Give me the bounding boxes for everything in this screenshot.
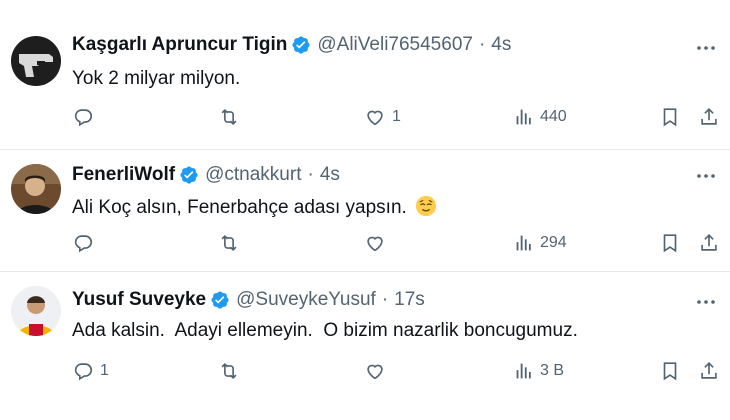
display-name[interactable]: FenerliWolf	[72, 164, 175, 186]
heart-icon	[364, 232, 386, 254]
bookmark-icon	[659, 232, 681, 254]
display-name[interactable]: Yusuf Suveyke	[72, 289, 206, 311]
views-chart-icon	[512, 360, 534, 382]
views-button[interactable]: 3 B	[512, 360, 564, 382]
views-button[interactable]: 440	[512, 106, 567, 128]
share-button[interactable]	[698, 106, 720, 128]
like-button[interactable]	[364, 232, 392, 254]
views-chart-icon	[512, 232, 534, 254]
views-count: 3 B	[540, 362, 565, 379]
tweet[interactable]: FenerliWolf @ctnakkurt · 4s Ali Koç alsı…	[0, 150, 730, 272]
tweet-text-container: Ali Koç alsın, Fenerbahçe adası yapsın.	[72, 195, 437, 219]
verified-badge-icon	[179, 165, 199, 185]
person-avatar-icon[interactable]	[11, 164, 61, 214]
views-count: 440	[540, 108, 567, 125]
like-button[interactable]	[364, 360, 392, 382]
tweet-text: Ada kalsin. Adayi ellemeyin. O bizim naz…	[72, 320, 578, 341]
timestamp[interactable]: 4s	[320, 164, 340, 186]
gun-avatar-icon[interactable]	[11, 36, 61, 86]
reply-icon	[72, 232, 94, 254]
tweet-header: FenerliWolf @ctnakkurt · 4s	[72, 164, 340, 186]
tweet-text: Ali Koç alsın, Fenerbahçe adası yapsın.	[72, 197, 407, 218]
views-chart-icon	[512, 106, 534, 128]
views-count: 294	[540, 234, 567, 251]
share-icon	[698, 232, 720, 254]
user-handle[interactable]: @AliVeli76545607	[317, 34, 473, 56]
bookmark-button[interactable]	[659, 232, 681, 254]
fan-avatar-icon[interactable]	[11, 286, 61, 336]
repost-icon	[218, 232, 240, 254]
display-name[interactable]: Kaşgarlı Apruncur Tigin	[72, 34, 287, 56]
reply-icon	[72, 360, 94, 382]
user-handle[interactable]: @ctnakkurt	[205, 164, 301, 186]
heart-icon	[364, 360, 386, 382]
tweet-actions: 1 3 B	[72, 360, 722, 386]
tweet-actions: 294	[72, 232, 722, 258]
timestamp[interactable]: 4s	[491, 34, 511, 56]
repost-icon	[218, 360, 240, 382]
like-button[interactable]: 1	[364, 106, 401, 128]
share-icon	[698, 106, 720, 128]
bookmark-icon	[659, 360, 681, 382]
tweet-text: Yok 2 milyar milyon.	[72, 68, 241, 89]
tweet-feed: Kaşgarlı Apruncur Tigin @AliVeli76545607…	[0, 0, 730, 420]
separator: ·	[381, 289, 389, 310]
repost-icon	[218, 106, 240, 128]
tweet[interactable]: Yusuf Suveyke @SuveykeYusuf · 17s Ada ka…	[0, 272, 730, 420]
repost-button[interactable]	[218, 360, 246, 382]
share-icon	[698, 360, 720, 382]
share-button[interactable]	[698, 232, 720, 254]
like-count: 1	[392, 108, 401, 125]
views-button[interactable]: 294	[512, 232, 567, 254]
bookmark-button[interactable]	[659, 360, 681, 382]
tweet-header: Yusuf Suveyke @SuveykeYusuf · 17s	[72, 289, 425, 311]
more-options-icon[interactable]	[694, 290, 718, 314]
user-handle[interactable]: @SuveykeYusuf	[236, 289, 376, 311]
reply-button[interactable]	[72, 106, 100, 128]
repost-button[interactable]	[218, 106, 246, 128]
reply-button[interactable]: 1	[72, 360, 109, 382]
relieved-face-emoji-icon	[415, 195, 436, 217]
tweet-actions: 1 440	[72, 106, 722, 132]
reply-button[interactable]	[72, 232, 100, 254]
tweet-header: Kaşgarlı Apruncur Tigin @AliVeli76545607…	[72, 34, 511, 56]
reply-icon	[72, 106, 94, 128]
more-options-icon[interactable]	[694, 36, 718, 60]
tweet[interactable]: Kaşgarlı Apruncur Tigin @AliVeli76545607…	[0, 0, 730, 150]
share-button[interactable]	[698, 360, 720, 382]
bookmark-icon	[659, 106, 681, 128]
heart-icon	[364, 106, 386, 128]
more-options-icon[interactable]	[694, 164, 718, 188]
repost-button[interactable]	[218, 232, 246, 254]
separator: ·	[307, 164, 314, 185]
timestamp[interactable]: 17s	[394, 289, 425, 311]
verified-badge-icon	[210, 290, 230, 310]
verified-badge-icon	[291, 35, 311, 55]
bookmark-button[interactable]	[659, 106, 681, 128]
separator: ·	[478, 34, 486, 55]
reply-count: 1	[100, 362, 109, 379]
